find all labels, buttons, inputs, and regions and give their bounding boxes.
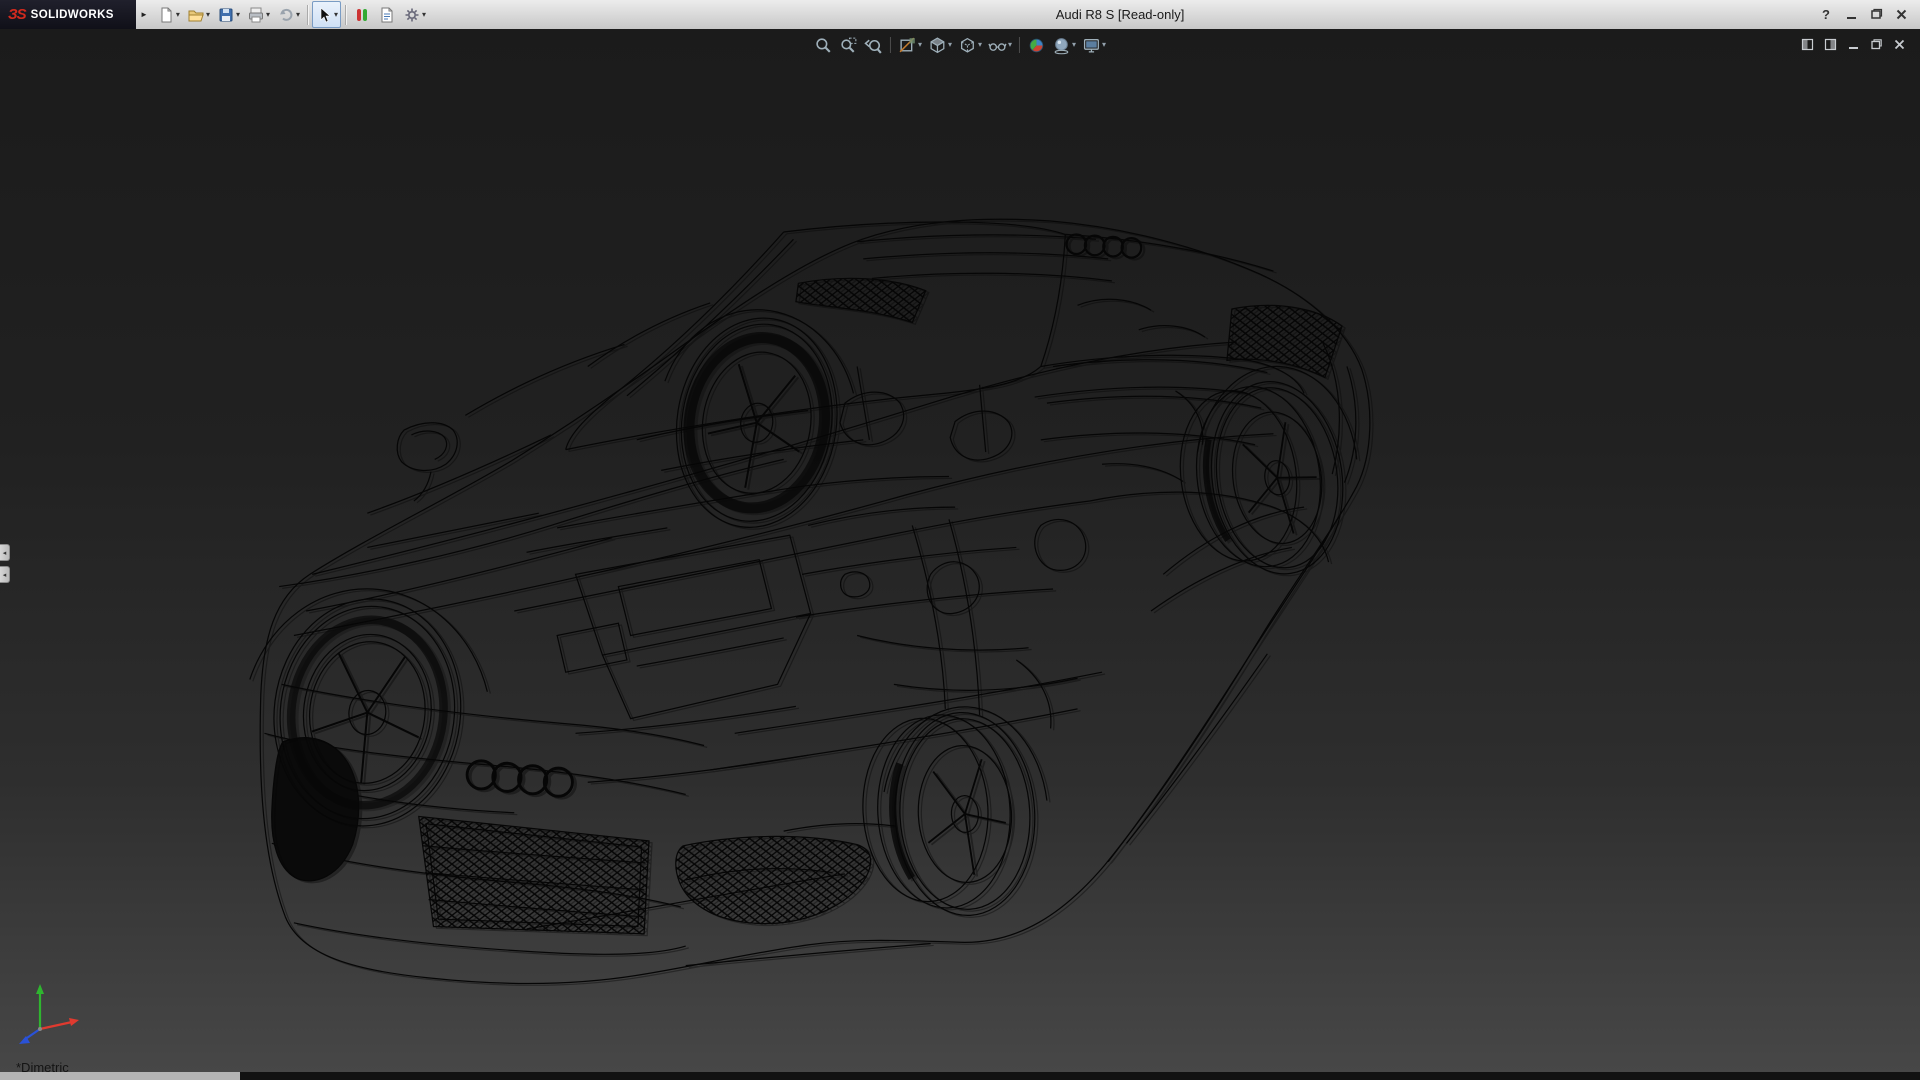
minimize-document-button[interactable] <box>1845 36 1862 52</box>
document-window-controls <box>1799 36 1908 52</box>
section-view-button[interactable]: ▾ <box>896 33 924 57</box>
toolbar-separator <box>307 5 308 25</box>
collapse-pane-button[interactable]: ◂ <box>0 544 10 561</box>
select-button[interactable]: ▾ <box>312 1 341 28</box>
chevron-down-icon[interactable]: ▾ <box>1072 41 1076 49</box>
print-button[interactable]: ▾ <box>244 1 273 28</box>
reference-triad-icon <box>10 974 94 1054</box>
brand-text: SOLIDWORKS <box>31 9 114 21</box>
chevron-down-icon[interactable]: ▾ <box>1008 41 1012 49</box>
chevron-down-icon[interactable]: ▾ <box>948 41 952 49</box>
chevron-down-icon[interactable]: ▾ <box>334 11 338 19</box>
window-title: Audi R8 S [Read-only] <box>1056 7 1185 22</box>
undo-button[interactable]: ▾ <box>274 1 303 28</box>
chevron-down-icon[interactable]: ▾ <box>978 41 982 49</box>
previous-view-button[interactable] <box>862 33 885 57</box>
edit-appearance-button[interactable] <box>1025 33 1048 57</box>
hide-show-items-button[interactable]: ▾ <box>986 33 1014 57</box>
zoom-to-area-button[interactable] <box>837 33 860 57</box>
toolbar-separator <box>890 37 891 53</box>
file-properties-button[interactable] <box>375 1 399 28</box>
window-controls: ? <box>1811 6 1920 24</box>
title-bar: ЗS SOLIDWORKS ► ▾ ▾ ▾ ▾ ▾ ▾ <box>0 0 1920 30</box>
model-wireframe <box>0 29 1920 1072</box>
rebuild-button[interactable] <box>350 1 374 28</box>
chevron-down-icon[interactable]: ▾ <box>422 11 426 19</box>
open-button[interactable]: ▾ <box>184 1 213 28</box>
heads-up-view-toolbar: ▾ ▾ ▾ ▾ ▾ ▾ <box>812 33 1108 57</box>
brand-mark-icon: ЗS <box>8 6 26 23</box>
view-orientation-button[interactable]: ▾ <box>926 33 954 57</box>
chevron-down-icon[interactable]: ▾ <box>918 41 922 49</box>
feature-manager-splitter: ◂ ◂ <box>0 544 10 583</box>
help-button[interactable]: ? <box>1817 6 1835 24</box>
graphics-viewport[interactable]: ▾ ▾ ▾ ▾ ▾ ▾ <box>0 29 1920 1072</box>
save-button[interactable]: ▾ <box>214 1 243 28</box>
chevron-down-icon[interactable]: ▾ <box>206 11 210 19</box>
apply-scene-button[interactable]: ▾ <box>1050 33 1078 57</box>
restore-document-button[interactable] <box>1868 36 1885 52</box>
minimize-button[interactable] <box>1842 6 1860 24</box>
restore-button[interactable] <box>1867 6 1885 24</box>
toolbar-separator <box>345 5 346 25</box>
menu-expand-arrow-icon[interactable]: ► <box>140 10 148 19</box>
status-strip <box>0 1072 1920 1080</box>
title-zone: Audi R8 S [Read-only] <box>429 7 1811 22</box>
close-document-button[interactable] <box>1891 36 1908 52</box>
chevron-down-icon[interactable]: ▾ <box>266 11 270 19</box>
close-button[interactable] <box>1892 6 1910 24</box>
chevron-down-icon[interactable]: ▾ <box>296 11 300 19</box>
cascade-pane-button[interactable] <box>1822 36 1839 52</box>
display-style-button[interactable]: ▾ <box>956 33 984 57</box>
standard-toolbar: ▾ ▾ ▾ ▾ ▾ ▾ ▾ <box>154 0 429 29</box>
new-document-button[interactable]: ▾ <box>154 1 183 28</box>
tile-pane-button[interactable] <box>1799 36 1816 52</box>
collapse-pane-button[interactable]: ◂ <box>0 566 10 583</box>
chevron-down-icon[interactable]: ▾ <box>1102 41 1106 49</box>
chevron-down-icon[interactable]: ▾ <box>176 11 180 19</box>
view-orientation-label: *Dimetric <box>16 1060 69 1075</box>
view-settings-button[interactable]: ▾ <box>1080 33 1108 57</box>
zoom-to-fit-button[interactable] <box>812 33 835 57</box>
solidworks-logo: ЗS SOLIDWORKS <box>0 0 136 29</box>
toolbar-separator <box>1019 37 1020 53</box>
options-button[interactable]: ▾ <box>400 1 429 28</box>
chevron-down-icon[interactable]: ▾ <box>236 11 240 19</box>
